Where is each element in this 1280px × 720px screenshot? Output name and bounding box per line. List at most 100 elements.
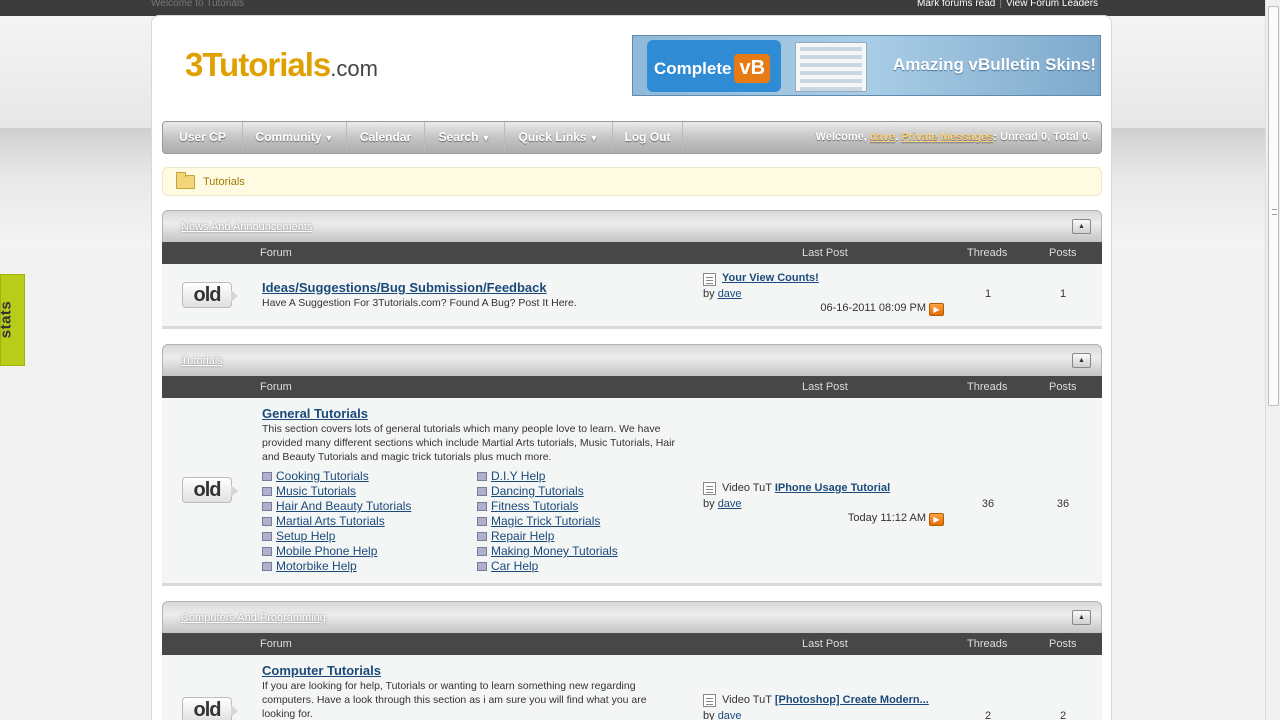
banner-left-text: Complete	[654, 59, 732, 78]
forum-leaders-link[interactable]: View Forum Leaders	[1006, 0, 1098, 9]
last-post-time-value: 11:12 AM	[880, 512, 926, 524]
chevron-down-icon: ▼	[324, 133, 334, 143]
forum-description: Have A Suggestion For 3Tutorials.com? Fo…	[262, 297, 577, 309]
post-count: 1	[1059, 288, 1067, 300]
subforum-icon	[477, 472, 487, 481]
collapse-icon[interactable]: ▲	[1072, 219, 1091, 234]
last-post-link[interactable]: IPhone Usage Tutorial	[775, 482, 890, 494]
subforum-icon	[262, 517, 272, 526]
breadcrumb-current[interactable]: Tutorials	[203, 176, 245, 188]
subforum-link[interactable]: Setup Help	[262, 529, 335, 543]
category-title[interactable]: Tutorials	[181, 355, 223, 367]
private-messages-link[interactable]: Private Messages	[901, 131, 993, 143]
collapse-icon[interactable]: ▲	[1072, 610, 1091, 625]
subforum-link[interactable]: Cooking Tutorials	[262, 469, 369, 483]
scrollbar-thumb[interactable]	[1268, 6, 1279, 406]
breadcrumb: Tutorials	[162, 167, 1102, 196]
last-post-by: by dave	[703, 710, 742, 720]
subforum-link[interactable]: Making Money Tutorials	[477, 544, 618, 558]
subforum-link[interactable]: Martial Arts Tutorials	[262, 514, 385, 528]
category-title[interactable]: News And Announcements	[181, 221, 312, 233]
forum-title-link[interactable]: Computer Tutorials	[262, 663, 381, 678]
chevron-down-icon: ▼	[589, 133, 599, 143]
nav-search[interactable]: Search ▼	[425, 122, 505, 153]
subforum-label: Fitness Tutorials	[491, 499, 579, 513]
site-logo[interactable]: 3Tutorials.com	[185, 46, 378, 84]
chevron-down-icon: ▼	[481, 133, 491, 143]
subforum-link[interactable]: Hair And Beauty Tutorials	[262, 499, 411, 513]
nav-log-out[interactable]: Log Out	[613, 122, 683, 153]
last-post-link[interactable]: [Photoshop] Create Modern...	[775, 694, 929, 706]
go-to-last-post-icon[interactable]: ▶	[929, 513, 944, 526]
stats-tab[interactable]: stats	[0, 274, 25, 366]
nav-calendar-label: Calendar	[359, 130, 412, 144]
subforum-label: Dancing Tutorials	[491, 484, 584, 498]
subforum-icon	[262, 532, 272, 541]
ad-banner[interactable]: Complete vB Amazing vBulletin Skins!	[632, 35, 1101, 96]
category-header-tutorials: Tutorials ▲	[162, 344, 1102, 377]
logo-tld: .com	[330, 56, 378, 81]
by-label: by	[703, 710, 715, 720]
logo-brand: 3Tutorials	[185, 46, 331, 83]
last-post-date: 06-16-2011 08:09 PM	[762, 302, 926, 314]
mark-forums-read-link[interactable]: Mark forums read	[917, 0, 995, 9]
col-last-post: Last Post	[802, 247, 848, 259]
post-icon	[703, 273, 716, 286]
subforum-icon	[477, 517, 487, 526]
banner-left-block: Complete vB	[647, 40, 781, 92]
category-title[interactable]: Computers And Programming	[181, 612, 326, 624]
last-post-time-value: 08:09 PM	[878, 302, 926, 314]
nav-quick-links-label: Quick Links	[518, 130, 587, 144]
forum-title-link[interactable]: Ideas/Suggestions/Bug Submission/Feedbac…	[262, 280, 547, 295]
subforum-label: Hair And Beauty Tutorials	[276, 499, 412, 513]
nav-quick-links[interactable]: Quick Links ▼	[505, 122, 613, 153]
last-post-prefix: Video TuT	[722, 482, 772, 494]
username-link[interactable]: dave	[870, 131, 895, 143]
subforum-link[interactable]: D.I.Y Help	[477, 469, 545, 483]
last-post-user-link[interactable]: dave	[718, 710, 742, 720]
nav-user-cp[interactable]: User CP	[163, 122, 243, 153]
post-count: 2	[1059, 710, 1067, 720]
folder-icon	[176, 172, 195, 189]
col-forum: Forum	[260, 638, 292, 650]
forum-status-icon: old	[182, 477, 238, 503]
subforum-link[interactable]: Dancing Tutorials	[477, 484, 584, 498]
subforum-icon	[477, 487, 487, 496]
vertical-scrollbar[interactable]	[1265, 0, 1280, 720]
last-post-date-value: 06-16-2011	[820, 302, 876, 314]
last-post-user-link[interactable]: dave	[718, 498, 742, 510]
subforum-link[interactable]: Music Tutorials	[262, 484, 356, 498]
subforum-icon	[477, 532, 487, 541]
last-post-title: Video TuT IPhone Usage Tutorial	[722, 482, 890, 494]
subforum-link[interactable]: Fitness Tutorials	[477, 499, 578, 513]
collapse-icon[interactable]: ▲	[1072, 353, 1091, 368]
subforum-link[interactable]: Magic Trick Tutorials	[477, 514, 600, 528]
nav-calendar[interactable]: Calendar	[347, 122, 425, 153]
col-last-post: Last Post	[802, 638, 848, 650]
last-post-by: by dave	[703, 498, 742, 510]
forum-status-icon: old	[182, 697, 238, 720]
last-post-link[interactable]: Your View Counts!	[722, 272, 819, 284]
go-to-last-post-icon[interactable]: ▶	[929, 303, 944, 316]
subforum-label: Cooking Tutorials	[276, 469, 369, 483]
nav-search-label: Search	[438, 130, 479, 144]
post-icon	[703, 694, 716, 707]
last-post-user-link[interactable]: dave	[718, 288, 742, 300]
col-forum: Forum	[260, 247, 292, 259]
subforum-link[interactable]: Mobile Phone Help	[262, 544, 377, 558]
nav-community[interactable]: Community ▼	[243, 122, 347, 153]
forum-description: This section covers lots of general tuto…	[262, 423, 675, 463]
last-post-title: Video TuT [Photoshop] Create Modern...	[722, 694, 929, 706]
forum-row: old Computer Tutorials If you are lookin…	[162, 655, 1102, 720]
thread-count: 1	[984, 288, 992, 300]
subforum-link[interactable]: Motorbike Help	[262, 559, 357, 573]
last-post-title: Your View Counts!	[722, 272, 819, 284]
forum-title-link[interactable]: General Tutorials	[262, 406, 368, 421]
subforum-link[interactable]: Repair Help	[477, 529, 554, 543]
column-header-row: Forum Last Post Threads Posts	[162, 633, 1102, 655]
forum-status-icon: old	[182, 282, 238, 308]
category-header-computers: Computers And Programming ▲	[162, 601, 1102, 634]
subforum-link[interactable]: Car Help	[477, 559, 538, 573]
post-count: 36	[1056, 498, 1070, 510]
nav-community-label: Community	[255, 130, 322, 144]
